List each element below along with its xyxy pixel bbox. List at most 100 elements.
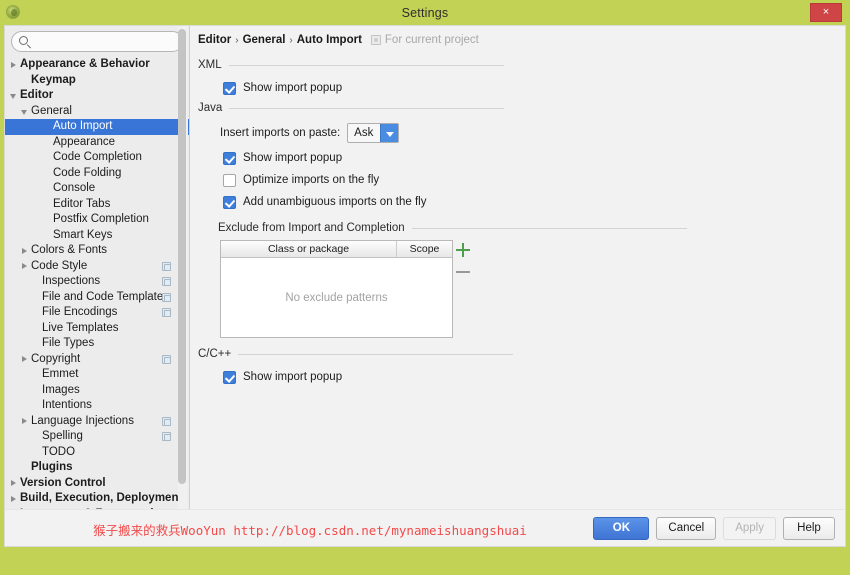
dialog-content: Appearance & Behavior Keymap Editor General… bbox=[5, 26, 845, 509]
settings-window: Settings × Appearance & Behavior Keymap Ed… bbox=[0, 0, 850, 575]
sidebar-item-colors-fonts[interactable]: Colors & Fonts bbox=[5, 243, 189, 259]
sidebar-item-label: File Encodings bbox=[42, 306, 118, 318]
sidebar-item-build-execution-deployment[interactable]: Build, Execution, Deployment bbox=[5, 491, 189, 507]
sidebar-item-todo[interactable]: TODO bbox=[5, 445, 189, 461]
insert-imports-select[interactable]: Ask bbox=[347, 122, 400, 143]
sidebar-item-plugins[interactable]: Plugins bbox=[5, 460, 189, 476]
add-exclude-pattern-button[interactable] bbox=[454, 241, 472, 259]
sidebar-item-label: Images bbox=[42, 383, 80, 396]
sidebar-item-postfix-completion[interactable]: Postfix Completion bbox=[5, 212, 189, 228]
sidebar-item-live-templates[interactable]: Live Templates bbox=[5, 321, 189, 337]
chevron-right-icon[interactable] bbox=[9, 479, 18, 488]
search-box[interactable] bbox=[11, 31, 183, 52]
no-arrow-spacer bbox=[31, 293, 40, 302]
sidebar-item-inspections[interactable]: Inspections bbox=[5, 274, 189, 290]
sidebar-item-file-types[interactable]: File Types bbox=[5, 336, 189, 352]
xml-show-import-popup-row[interactable]: Show import popup bbox=[198, 77, 835, 99]
close-icon[interactable]: × bbox=[810, 3, 842, 22]
sidebar-item-smart-keys[interactable]: Smart Keys bbox=[5, 228, 189, 244]
xml-show-import-popup-checkbox[interactable] bbox=[223, 81, 236, 95]
settings-dialog: Appearance & Behavior Keymap Editor General… bbox=[4, 25, 846, 547]
java-optimize-imports-row[interactable]: Optimize imports on the fly bbox=[198, 169, 835, 191]
java-optimize-imports-checkbox[interactable] bbox=[223, 173, 236, 187]
java-add-unambiguous-row[interactable]: Add unambiguous imports on the fly bbox=[198, 191, 835, 213]
ok-button[interactable]: OK bbox=[593, 516, 650, 540]
project-scope-badge-icon bbox=[162, 277, 171, 287]
sidebar-item-language-injections[interactable]: Language Injections bbox=[5, 414, 189, 430]
sidebar-item-label: Appearance bbox=[53, 135, 116, 148]
chevron-right-icon[interactable] bbox=[20, 417, 29, 426]
no-arrow-spacer bbox=[31, 432, 40, 441]
sidebar-item-code-completion[interactable]: Code Completion bbox=[5, 150, 189, 166]
no-arrow-spacer bbox=[42, 169, 51, 178]
sidebar-item-general[interactable]: General bbox=[5, 104, 189, 120]
exclude-table[interactable]: Class or package Scope No exclude patter… bbox=[220, 240, 453, 338]
chevron-down-icon[interactable] bbox=[20, 107, 29, 116]
chevron-right-icon[interactable] bbox=[20, 246, 29, 255]
search-input[interactable] bbox=[34, 34, 182, 49]
sidebar-item-code-folding[interactable]: Code Folding bbox=[5, 166, 189, 182]
insert-imports-label: Insert imports on paste: bbox=[220, 126, 341, 139]
sidebar-item-label: Code Folding bbox=[53, 166, 122, 179]
sidebar-item-auto-import[interactable]: Auto Import bbox=[5, 119, 189, 135]
chevron-right-icon[interactable] bbox=[20, 262, 29, 271]
java-show-import-popup-checkbox[interactable] bbox=[223, 151, 236, 165]
group-java-title: Java bbox=[198, 102, 223, 114]
sidebar-item-label: TODO bbox=[42, 445, 76, 458]
column-header-scope[interactable]: Scope bbox=[397, 241, 452, 257]
sidebar-item-label: Intentions bbox=[42, 399, 92, 411]
java-show-import-popup-row[interactable]: Show import popup bbox=[198, 147, 835, 169]
exclude-table-header: Class or package Scope bbox=[221, 241, 452, 258]
sidebar-item-label: Colors & Fonts bbox=[31, 244, 108, 256]
sidebar-item-file-encodings[interactable]: File Encodings bbox=[5, 305, 189, 321]
project-scope-badge-icon bbox=[162, 308, 171, 318]
sidebar-item-label: Smart Keys bbox=[53, 228, 113, 241]
chevron-down-icon[interactable] bbox=[380, 123, 399, 142]
cpp-show-import-popup-row[interactable]: Show import popup bbox=[198, 366, 835, 388]
divider bbox=[228, 64, 504, 66]
sidebar-item-editor-tabs[interactable]: Editor Tabs bbox=[5, 197, 189, 213]
sidebar-scrollbar-thumb[interactable] bbox=[178, 29, 186, 484]
settings-tree[interactable]: Appearance & Behavior Keymap Editor General… bbox=[5, 56, 189, 509]
breadcrumb-item-general[interactable]: General bbox=[243, 34, 286, 46]
no-arrow-spacer bbox=[31, 386, 40, 395]
project-scope-badge-icon bbox=[162, 416, 171, 426]
search-container bbox=[5, 26, 189, 56]
group-java-header: Java bbox=[198, 102, 835, 114]
cancel-button[interactable]: Cancel bbox=[656, 516, 717, 540]
remove-exclude-pattern-button[interactable] bbox=[454, 263, 472, 281]
chevron-down-icon[interactable] bbox=[9, 91, 18, 100]
sidebar-item-copyright[interactable]: Copyright bbox=[5, 352, 189, 368]
sidebar-item-editor[interactable]: Editor bbox=[5, 88, 189, 104]
sidebar-item-images[interactable]: Images bbox=[5, 383, 189, 399]
sidebar-item-keymap[interactable]: Keymap bbox=[5, 73, 189, 89]
project-scope-badge-icon bbox=[162, 354, 171, 364]
sidebar-item-appearance[interactable]: Appearance bbox=[5, 135, 189, 151]
breadcrumb-item-editor[interactable]: Editor bbox=[198, 34, 231, 46]
sidebar-item-appearance-behavior[interactable]: Appearance & Behavior bbox=[5, 57, 189, 73]
sidebar-item-code-style[interactable]: Code Style bbox=[5, 259, 189, 275]
sidebar-item-version-control[interactable]: Version Control bbox=[5, 476, 189, 492]
sidebar-scrollbar-track[interactable] bbox=[178, 26, 188, 509]
column-header-class-or-package[interactable]: Class or package bbox=[221, 241, 397, 257]
java-add-unambiguous-checkbox[interactable] bbox=[223, 195, 236, 209]
project-scope-badge-icon bbox=[162, 292, 171, 302]
help-button[interactable]: Help bbox=[783, 516, 835, 540]
chevron-right-icon[interactable] bbox=[20, 355, 29, 364]
chevron-right-icon[interactable] bbox=[9, 60, 18, 69]
cpp-show-import-popup-checkbox[interactable] bbox=[223, 370, 236, 384]
no-arrow-spacer bbox=[31, 401, 40, 410]
sidebar-item-file-and-code-templates[interactable]: File and Code Templates bbox=[5, 290, 189, 306]
group-exclude-header: Exclude from Import and Completion bbox=[218, 222, 835, 234]
sidebar-item-label: Emmet bbox=[42, 368, 79, 380]
no-arrow-spacer bbox=[42, 200, 51, 209]
sidebar-item-spelling[interactable]: Spelling bbox=[5, 429, 189, 445]
no-arrow-spacer bbox=[20, 463, 29, 472]
sidebar-item-intentions[interactable]: Intentions bbox=[5, 398, 189, 414]
chevron-right-icon[interactable] bbox=[9, 494, 18, 503]
sidebar-item-emmet[interactable]: Emmet bbox=[5, 367, 189, 383]
no-arrow-spacer bbox=[42, 231, 51, 240]
sidebar-item-console[interactable]: Console bbox=[5, 181, 189, 197]
project-scope-badge-icon bbox=[162, 261, 171, 271]
group-cpp-header: C/C++ bbox=[198, 348, 835, 360]
